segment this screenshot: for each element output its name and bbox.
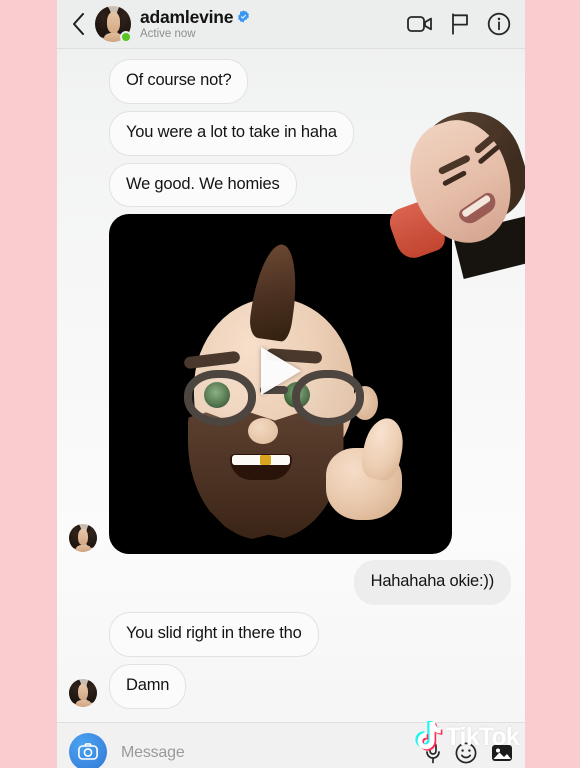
memoji-lens-left	[183, 370, 256, 427]
name-row: adamlevine	[140, 6, 407, 27]
memoji-thumbs-up	[325, 414, 420, 522]
active-status-text: Active now	[140, 28, 196, 41]
memoji-mouth	[229, 454, 292, 481]
profile-name-block[interactable]: adamlevine Active now	[140, 6, 407, 41]
message-row: Of course not?	[57, 59, 525, 104]
username: adamlevine	[140, 6, 234, 27]
back-button[interactable]	[65, 9, 91, 39]
avatar[interactable]	[95, 6, 132, 43]
gallery-icon[interactable]	[491, 743, 513, 763]
message-row: We good. We homies	[57, 162, 525, 208]
message-bubble-incoming[interactable]: We good. We homies	[109, 162, 297, 208]
avatar-body	[76, 545, 91, 553]
message-bubble-incoming[interactable]: You were a lot to take in haha	[109, 110, 354, 156]
screenshot-frame: adamlevine Active now Of course not? You…	[0, 0, 580, 768]
sender-avatar[interactable]	[69, 524, 97, 553]
flag-icon[interactable]	[450, 13, 470, 35]
message-row: Damn	[57, 663, 525, 709]
avatar-face	[78, 529, 88, 546]
avatar-face	[107, 12, 120, 33]
avatar-slot-empty	[69, 124, 101, 156]
video-call-icon[interactable]	[407, 14, 433, 34]
sender-avatar-slot	[69, 522, 101, 554]
avatar-slot-empty	[69, 175, 101, 207]
avatar-slot-empty	[69, 72, 101, 104]
play-button-icon[interactable]	[260, 346, 301, 395]
memoji-lens-right	[291, 370, 364, 427]
camera-icon	[78, 743, 98, 760]
header-actions	[407, 12, 515, 36]
composer-actions	[425, 741, 513, 764]
message-bubble-incoming[interactable]: You slid right in there tho	[109, 612, 319, 657]
avatar-face	[78, 683, 88, 700]
online-status-dot	[120, 31, 132, 43]
chevron-left-icon	[72, 13, 84, 35]
sticker-icon[interactable]	[455, 742, 477, 764]
phone-screen: adamlevine Active now Of course not? You…	[57, 0, 525, 768]
message-row-outgoing: Hahahaha okie:))	[57, 560, 525, 606]
verified-badge-icon	[238, 10, 250, 23]
message-row: You slid right in there tho	[57, 612, 525, 657]
avatar-slot-empty	[69, 625, 101, 657]
memoji-gold-tooth	[259, 455, 271, 466]
avatar-body	[76, 699, 91, 707]
sender-avatar-slot	[69, 677, 101, 709]
message-bubble-incoming[interactable]: Damn	[109, 663, 187, 709]
message-row-video	[57, 214, 525, 555]
message-thread: Of course not? You were a lot to take in…	[57, 49, 525, 709]
video-message-attachment[interactable]	[109, 214, 452, 555]
microphone-icon[interactable]	[425, 741, 441, 764]
message-input[interactable]: Message	[121, 744, 425, 762]
message-row: You were a lot to take in haha	[57, 110, 525, 156]
message-composer: Message	[57, 722, 525, 768]
sender-avatar[interactable]	[69, 678, 97, 707]
chat-header: adamlevine Active now	[57, 0, 525, 49]
message-bubble-outgoing[interactable]: Hahahaha okie:))	[353, 560, 511, 606]
message-bubble-incoming[interactable]: Of course not?	[109, 59, 249, 104]
camera-button[interactable]	[69, 732, 107, 768]
info-icon[interactable]	[487, 12, 511, 36]
